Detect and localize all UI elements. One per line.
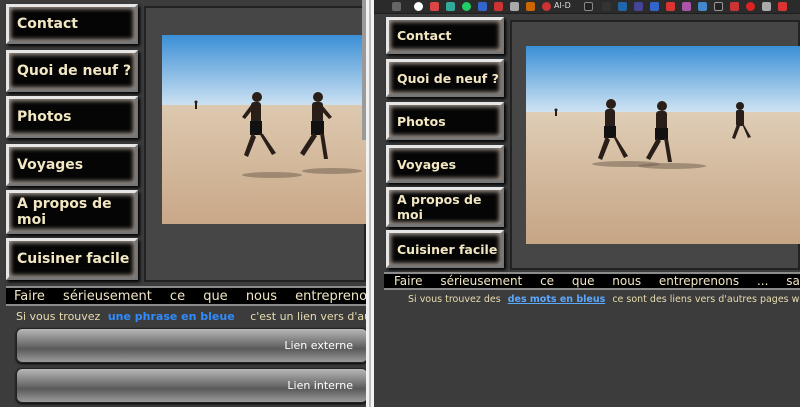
nav-cuisine-button[interactable]: Cuisiner facile xyxy=(386,230,504,268)
nav-photos-button[interactable]: Photos xyxy=(6,96,138,138)
nav-about-button[interactable]: A propos de moi xyxy=(386,187,504,227)
divider-grip xyxy=(369,0,371,407)
extension-icon[interactable] xyxy=(730,2,739,11)
ticker-text: Faire sérieusement ce que nous entrepren… xyxy=(394,274,800,288)
ticker-banner: Faire sérieusement ce que nous entrepren… xyxy=(384,272,800,290)
extension-icon[interactable] xyxy=(682,2,691,11)
nav-label: A propos de moi xyxy=(397,192,482,222)
sentence-prefix: Si vous trouvez xyxy=(16,310,101,323)
internal-link-button[interactable]: Lien interne xyxy=(16,368,366,403)
link-hint-sentence: Si vous trouvez des des mots en bleus ce… xyxy=(408,294,800,305)
nav-label: Photos xyxy=(397,113,446,129)
extensions-toolbar: Al-D xyxy=(374,0,800,14)
nav-label: Voyages xyxy=(17,157,84,173)
extension-icon[interactable] xyxy=(510,2,519,11)
sentence-suffix: c'est un lien vers d'autres p xyxy=(250,310,366,323)
extension-icon[interactable] xyxy=(478,2,487,11)
nav-cuisine-button[interactable]: Cuisiner facile xyxy=(6,238,138,280)
extension-icon[interactable] xyxy=(526,2,535,11)
extension-icon[interactable] xyxy=(618,2,627,11)
beach-runners-photo xyxy=(162,35,366,224)
pane-divider[interactable] xyxy=(366,0,374,407)
ticker-text: Faire sérieusement ce que nous entrepren… xyxy=(14,289,366,304)
extension-label[interactable]: Al-D xyxy=(554,1,571,10)
nav-label: Quoi de neuf ? xyxy=(17,63,132,79)
nav-label: Voyages xyxy=(397,156,457,172)
example-blue-link[interactable]: une phrase en bleue xyxy=(108,310,235,323)
extension-icon[interactable] xyxy=(714,2,723,11)
gmail-icon[interactable] xyxy=(430,2,439,11)
external-link-button[interactable]: Lien externe xyxy=(16,328,366,363)
nav-contact-button[interactable]: Contact xyxy=(6,4,138,44)
example-blue-link[interactable]: des mots en bleus xyxy=(508,294,606,305)
nav-about-button[interactable]: A propos de moi xyxy=(6,190,138,234)
nav-label: Photos xyxy=(17,109,72,125)
nav-label: Contact xyxy=(397,28,452,43)
ticker-banner: Faire sérieusement ce que nous entrepren… xyxy=(6,286,366,306)
sentence-prefix: Si vous trouvez des xyxy=(408,294,501,305)
nav-label: Quoi de neuf ? xyxy=(397,70,499,86)
button-label: Lien interne xyxy=(287,379,353,392)
maps-icon[interactable] xyxy=(446,2,455,11)
right-browser-pane: Al-D Contact Quoi de neuf ? Photos Voyag… xyxy=(374,0,800,407)
nav-voyages-button[interactable]: Voyages xyxy=(386,145,504,183)
extension-icon[interactable] xyxy=(666,2,675,11)
whatsapp-icon[interactable] xyxy=(462,2,471,11)
apps-grid-icon[interactable] xyxy=(392,2,401,11)
button-label: Lien externe xyxy=(284,339,353,352)
extension-icon[interactable] xyxy=(584,2,593,11)
link-hint-sentence: Si vous trouvez une phrase en bleue c'es… xyxy=(16,310,366,323)
extension-icon[interactable] xyxy=(762,2,771,11)
sentence-suffix: ce sont des liens vers d'autres pages we… xyxy=(612,294,800,305)
nav-news-button[interactable]: Quoi de neuf ? xyxy=(386,59,504,97)
extension-icon[interactable] xyxy=(634,2,643,11)
google-icon[interactable] xyxy=(414,2,423,11)
nav-news-button[interactable]: Quoi de neuf ? xyxy=(6,50,138,92)
extension-icon[interactable] xyxy=(650,2,659,11)
extension-icon[interactable] xyxy=(542,2,551,11)
nav-contact-button[interactable]: Contact xyxy=(386,17,504,54)
nav-label: Contact xyxy=(17,16,78,32)
beach-runners-photo xyxy=(526,46,800,244)
extension-icon[interactable] xyxy=(494,2,503,11)
extension-icon[interactable] xyxy=(746,2,755,11)
nav-label: Cuisiner facile xyxy=(17,251,130,267)
nav-label: Cuisiner facile xyxy=(397,241,498,257)
left-browser-pane: Contact Quoi de neuf ? Photos Voyages A … xyxy=(0,0,366,407)
extension-icon[interactable] xyxy=(778,2,787,11)
nav-voyages-button[interactable]: Voyages xyxy=(6,144,138,186)
extension-icon[interactable] xyxy=(602,2,611,11)
nav-label: A propos de moi xyxy=(17,196,112,228)
extension-icon[interactable] xyxy=(698,2,707,11)
nav-photos-button[interactable]: Photos xyxy=(386,102,504,140)
